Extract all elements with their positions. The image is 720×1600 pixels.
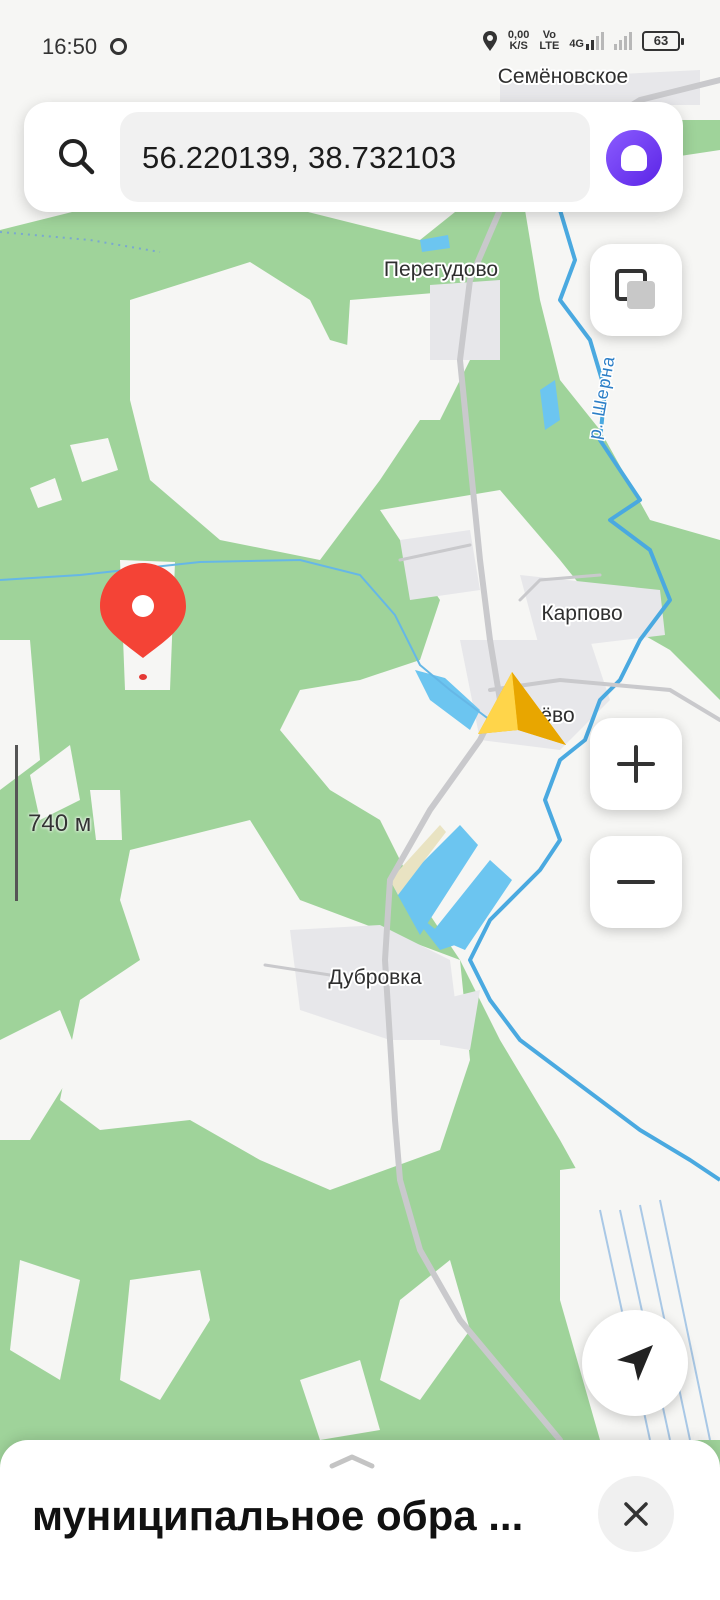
net-speed: 0,00 K/S	[507, 29, 530, 52]
alice-icon[interactable]	[606, 130, 662, 186]
location-status-icon	[482, 31, 497, 51]
chevron-up-icon[interactable]	[328, 1452, 376, 1470]
search-bar: 56.220139, 38.732103	[24, 102, 683, 212]
signal-2-icon	[614, 32, 632, 50]
sync-icon	[110, 38, 127, 55]
zoom-out-button[interactable]	[590, 836, 682, 928]
search-input[interactable]: 56.220139, 38.732103	[120, 112, 590, 202]
layers-button[interactable]	[590, 244, 682, 336]
bottom-sheet[interactable]: муниципальное обра ...	[0, 1440, 720, 1600]
place-label-dubrovka: Дубровка	[328, 966, 422, 989]
navigation-arrow-icon	[617, 1345, 653, 1381]
place-label-peregudovo: Перегудово	[384, 258, 498, 281]
place-label-karpovo: Карпово	[541, 602, 622, 625]
status-bar: 16:50 0,00 K/S Vo LTE 4G 63	[0, 0, 720, 92]
minus-icon	[617, 863, 655, 901]
zoom-in-button[interactable]	[590, 718, 682, 810]
search-query: 56.220139, 38.732103	[142, 140, 457, 175]
status-time: 16:50	[42, 34, 98, 59]
search-icon[interactable]	[54, 134, 100, 180]
layers-icon	[615, 269, 655, 309]
plus-icon	[617, 745, 655, 783]
volte-indicator: Vo LTE	[539, 29, 560, 52]
close-icon	[624, 1502, 648, 1526]
network-indicator: 4G	[569, 32, 604, 50]
battery-icon: 63	[642, 31, 684, 51]
scale-label: 740 м	[28, 810, 92, 837]
locate-me-button[interactable]	[582, 1310, 688, 1416]
close-button[interactable]	[598, 1476, 674, 1552]
signal-icon	[586, 32, 604, 50]
place-title: муниципальное обра ...	[32, 1492, 524, 1539]
status-icons: 0,00 K/S Vo LTE 4G 63	[482, 29, 684, 52]
scale-bar	[15, 745, 18, 901]
